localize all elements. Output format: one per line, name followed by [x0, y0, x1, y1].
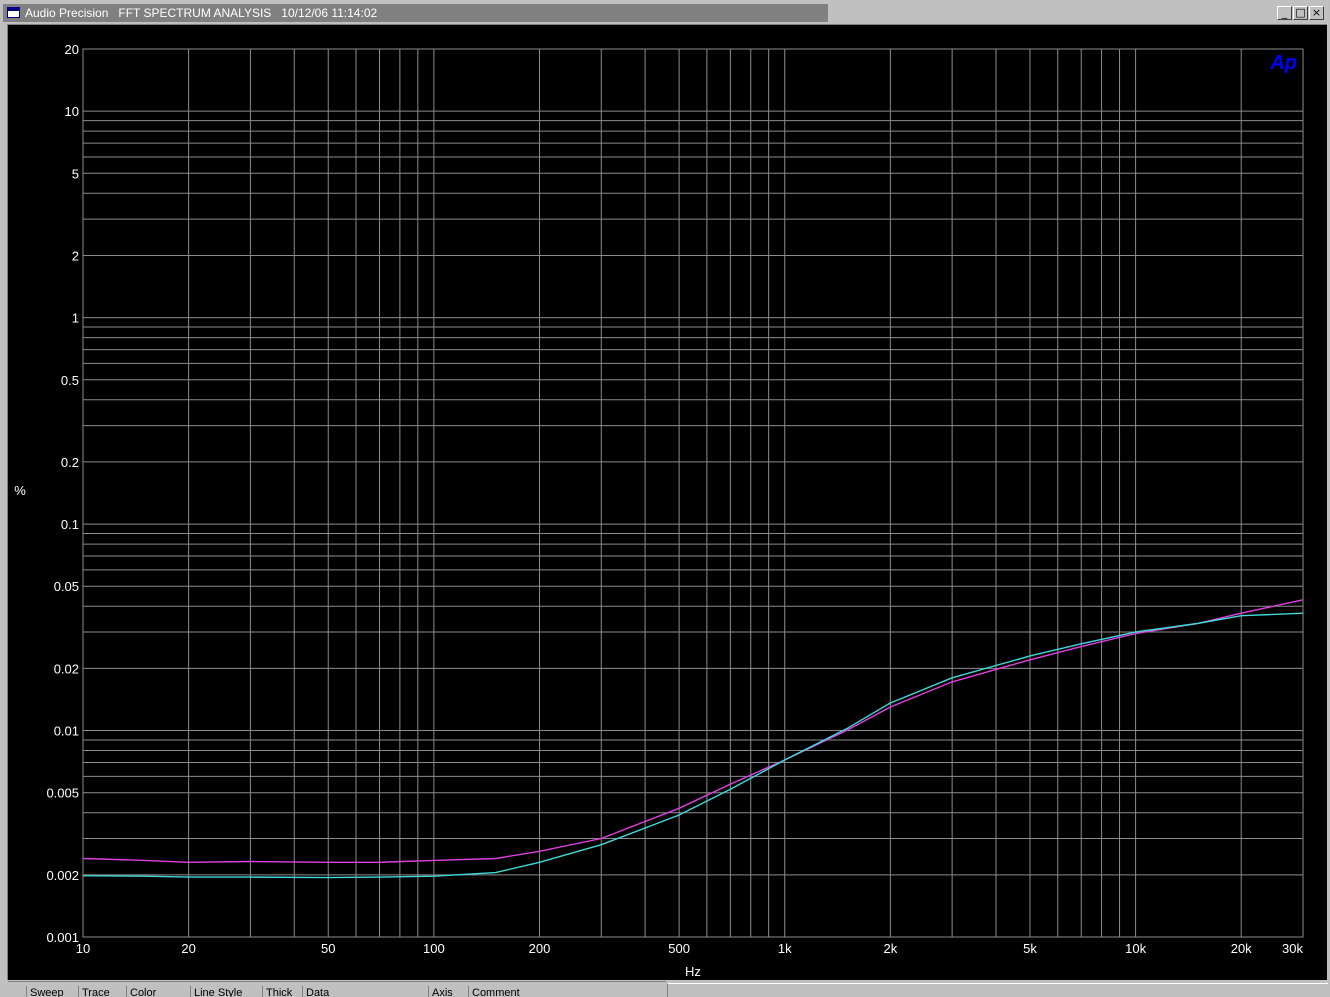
close-button[interactable]: × — [1309, 6, 1324, 20]
y-tick-label: 2 — [72, 248, 79, 263]
minimize-button[interactable]: _ — [1277, 6, 1292, 20]
x-tick-label: 100 — [423, 941, 445, 956]
title-bar: Audio Precision FFT SPECTRUM ANALYSIS 10… — [3, 4, 828, 22]
x-tick-label: 20 — [181, 941, 195, 956]
y-tick-label: 0.5 — [61, 373, 79, 388]
y-tick-label: 1 — [72, 311, 79, 326]
y-tick-label: 0.2 — [61, 455, 79, 470]
ap-logo: Ap — [1269, 52, 1297, 74]
x-tick-label: 50 — [321, 941, 335, 956]
window-title: Audio Precision FFT SPECTRUM ANALYSIS 10… — [25, 6, 378, 20]
y-tick-label: 0.005 — [46, 786, 79, 801]
y-tick-label: 0.001 — [46, 930, 79, 945]
y-tick-label: 5 — [72, 166, 79, 181]
graph-window: 20 10 5 2 1 0.5 0.2 0.1 0.05 0.02 0.01 0.005 0.002 0.… — [7, 24, 1327, 980]
x-tick-label: 500 — [668, 941, 690, 956]
y-tick-label: 10 — [65, 104, 79, 119]
y-axis-label: % — [14, 483, 26, 498]
x-tick-label: 20k — [1231, 941, 1252, 956]
y-tick-label: 0.01 — [54, 724, 79, 739]
fft-spectrum-chart: 20 10 5 2 1 0.5 0.2 0.1 0.05 0.02 0.01 0.005 0.002 0.… — [14, 42, 1304, 979]
y-tick-label: 0.05 — [54, 579, 79, 594]
maximize-button[interactable]: □ — [1293, 6, 1308, 20]
y-tick-label: 20 — [65, 42, 79, 57]
legend-col-sweep[interactable]: Sweep — [26, 986, 78, 997]
x-tick-label: 5k — [1023, 941, 1037, 956]
legend-col-color[interactable]: Color — [126, 986, 190, 997]
x-tick-label: 2k — [883, 941, 897, 956]
x-tick-label: 30k — [1282, 941, 1303, 956]
y-tick-label: 0.002 — [46, 868, 79, 883]
x-tick-label: 10 — [76, 941, 90, 956]
status-area — [667, 983, 1328, 997]
y-tick-label: 0.1 — [61, 517, 79, 532]
x-tick-label: 10k — [1125, 941, 1146, 956]
window-icon — [7, 7, 20, 18]
legend-col-axis[interactable]: Axis — [428, 986, 468, 997]
x-axis-label: Hz — [685, 964, 701, 979]
legend-header-bar: Sweep Trace Color Line Style Thick Data … — [8, 981, 666, 997]
legend-col-trace[interactable]: Trace — [78, 986, 126, 997]
legend-col-thick[interactable]: Thick — [262, 986, 302, 997]
x-tick-label: 1k — [778, 941, 792, 956]
legend-col-line-style[interactable]: Line Style — [190, 986, 262, 997]
legend-col-data[interactable]: Data — [302, 986, 428, 997]
y-tick-label: 0.02 — [54, 661, 79, 676]
legend-col-comment[interactable]: Comment — [468, 986, 666, 997]
x-tick-label: 200 — [529, 941, 551, 956]
